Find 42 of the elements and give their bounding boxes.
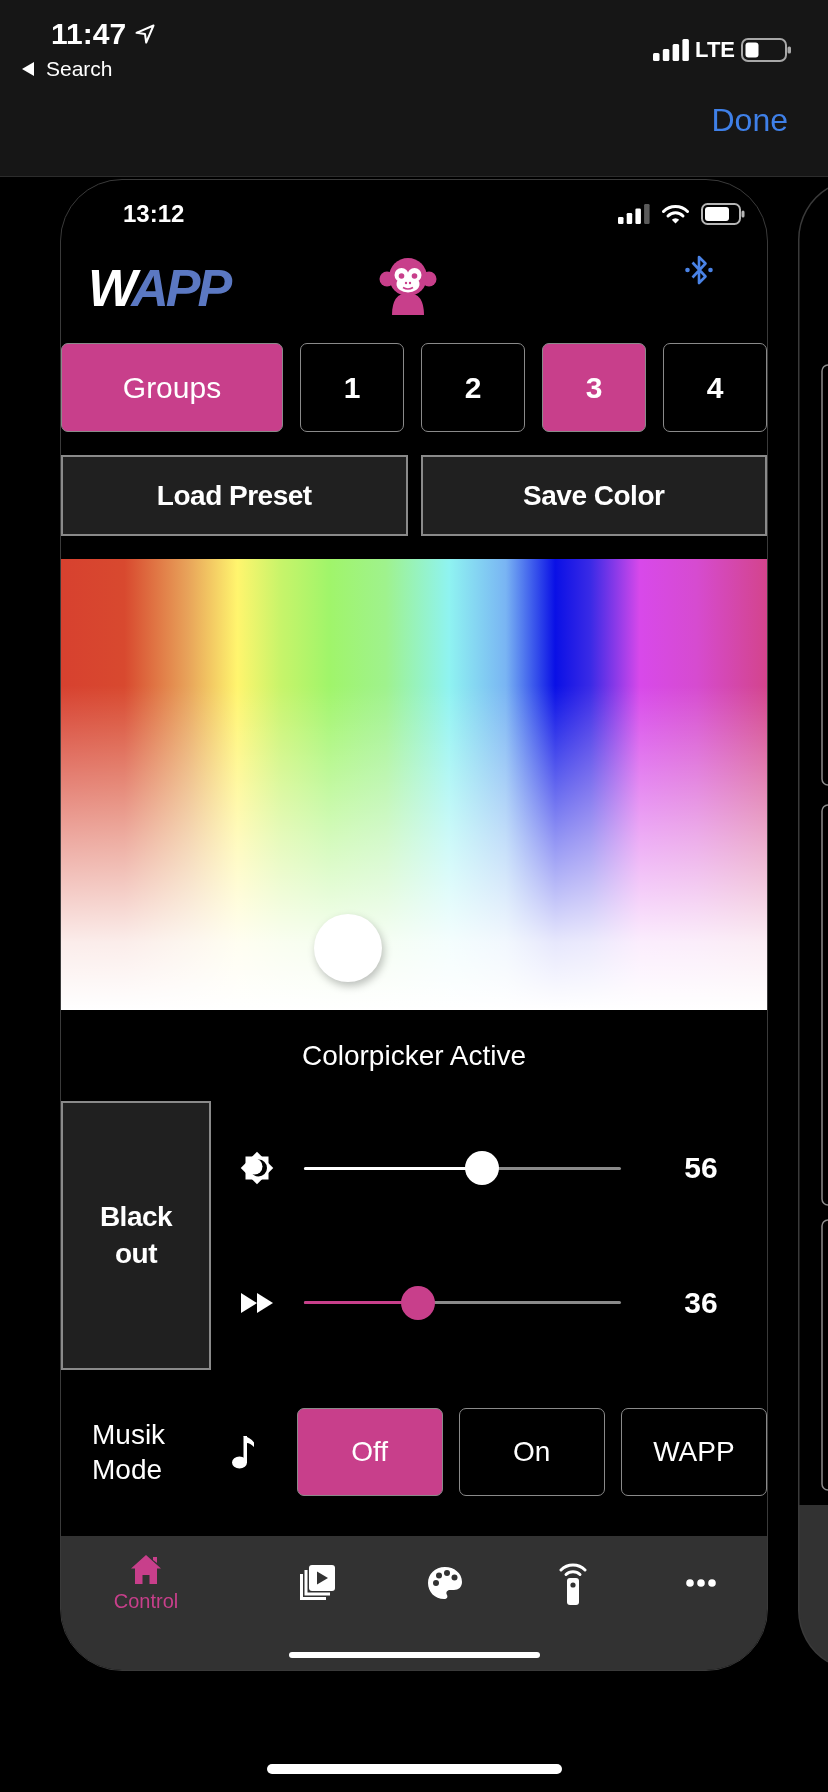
save-color-button[interactable]: Save Color — [420, 455, 767, 536]
more-icon — [685, 1579, 716, 1587]
palette-icon — [427, 1567, 462, 1599]
color-picker[interactable] — [61, 559, 767, 1010]
slider-thumb[interactable] — [401, 1285, 436, 1320]
status-time: 11:47 — [51, 16, 127, 52]
video-library-icon — [298, 1565, 335, 1601]
back-link[interactable]: Search — [22, 55, 156, 83]
slider-value: 56 — [683, 1151, 719, 1186]
status-time: 13:12 — [123, 199, 185, 228]
music-mode-option[interactable]: On — [458, 1408, 605, 1496]
music-note-icon — [231, 1435, 255, 1469]
group-number-button[interactable]: 2 — [421, 343, 525, 432]
slider-track[interactable] — [304, 1151, 621, 1186]
home-icon — [130, 1553, 162, 1584]
wifi-icon — [662, 203, 689, 224]
battery-icon — [741, 38, 791, 62]
groups-button[interactable]: Groups — [61, 343, 283, 432]
signal-icon — [653, 39, 690, 61]
music-mode-label: Musik Mode — [92, 1418, 167, 1487]
remote-control-icon — [558, 1561, 587, 1605]
group-number-button[interactable]: 1 — [300, 343, 404, 432]
slider-thumb[interactable] — [464, 1151, 499, 1186]
music-mode-option[interactable]: Off — [296, 1408, 443, 1496]
battery-icon — [701, 202, 745, 225]
done-button[interactable]: Done — [711, 100, 788, 140]
colorpicker-status: Colorpicker Active — [301, 1039, 527, 1072]
location-arrow-icon — [135, 24, 156, 44]
slider-track[interactable] — [304, 1285, 621, 1320]
picker-handle[interactable] — [314, 914, 382, 982]
blackout-button[interactable]: Black out — [61, 1101, 211, 1370]
slider-value: 36 — [683, 1285, 719, 1320]
network-type: LTE — [695, 38, 735, 62]
load-preset-button[interactable]: Load Preset — [61, 455, 408, 536]
back-icon — [22, 62, 34, 76]
music-mode-option[interactable]: WAPP — [620, 1408, 767, 1496]
wapp-logo: WAPP — [88, 262, 230, 314]
signal-icon — [618, 203, 650, 224]
monkey-icon — [378, 255, 439, 315]
group-number-button[interactable]: 3 — [542, 343, 646, 432]
group-number-button[interactable]: 4 — [663, 343, 767, 432]
fast-forward-icon — [241, 1292, 273, 1313]
